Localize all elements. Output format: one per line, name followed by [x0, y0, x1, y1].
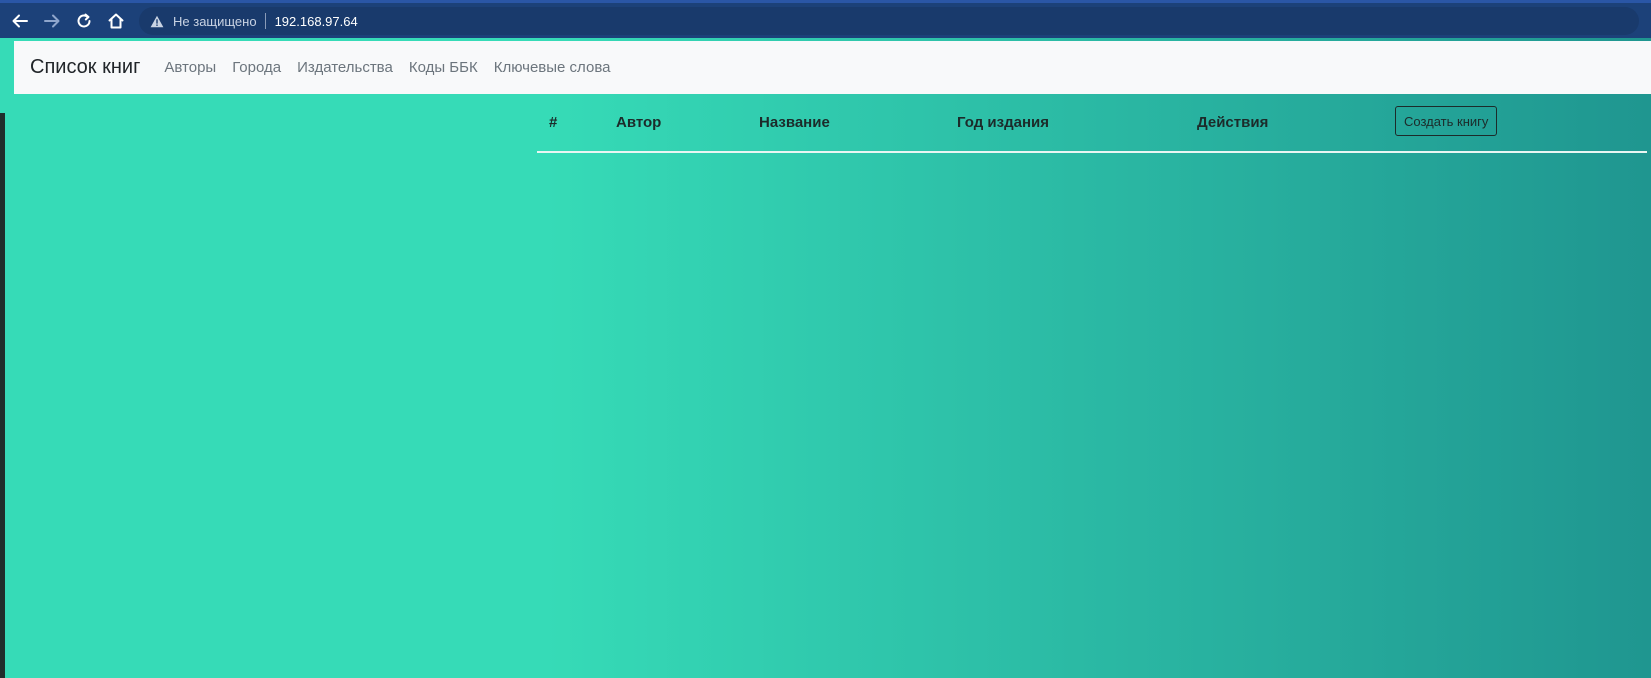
security-status-label[interactable]: Не защищено — [173, 14, 257, 29]
forward-arrow-icon — [43, 12, 61, 30]
table-header-row: # Автор Название Год издания Действия Со… — [537, 96, 1647, 153]
nav-link-cities[interactable]: Города — [224, 59, 289, 76]
page-background: Список книг Авторы Города Издательства К… — [0, 38, 1651, 678]
create-book-button[interactable]: Создать книгу — [1395, 106, 1498, 136]
navbar-brand[interactable]: Список книг — [30, 56, 140, 79]
nav-link-bbk-codes[interactable]: Коды ББК — [401, 59, 486, 76]
address-separator — [264, 13, 266, 29]
warning-icon[interactable] — [149, 13, 165, 29]
top-navbar: Список книг Авторы Города Издательства К… — [14, 41, 1651, 94]
browser-toolbar: Не защищено 192.168.97.64 — [0, 0, 1651, 38]
column-header-year: Год издания — [957, 114, 1049, 131]
column-header-actions: Действия — [1197, 114, 1269, 131]
column-header-author: Автор — [616, 114, 662, 131]
nav-link-authors[interactable]: Авторы — [156, 59, 224, 76]
nav-link-publishers[interactable]: Издательства — [289, 59, 401, 76]
back-arrow-icon — [11, 12, 29, 30]
reload-button[interactable] — [71, 8, 97, 34]
home-button[interactable] — [103, 8, 129, 34]
reload-icon — [75, 12, 93, 30]
column-header-number: # — [549, 114, 558, 131]
column-header-title: Название — [759, 114, 830, 131]
forward-button[interactable] — [39, 8, 65, 34]
books-table: # Автор Название Год издания Действия Со… — [537, 96, 1647, 153]
left-edge-strip — [0, 113, 5, 678]
nav-link-keywords[interactable]: Ключевые слова — [486, 59, 619, 76]
url-text[interactable]: 192.168.97.64 — [275, 14, 358, 29]
address-bar[interactable]: Не защищено 192.168.97.64 — [139, 7, 1639, 35]
home-icon — [107, 12, 125, 30]
back-button[interactable] — [7, 8, 33, 34]
